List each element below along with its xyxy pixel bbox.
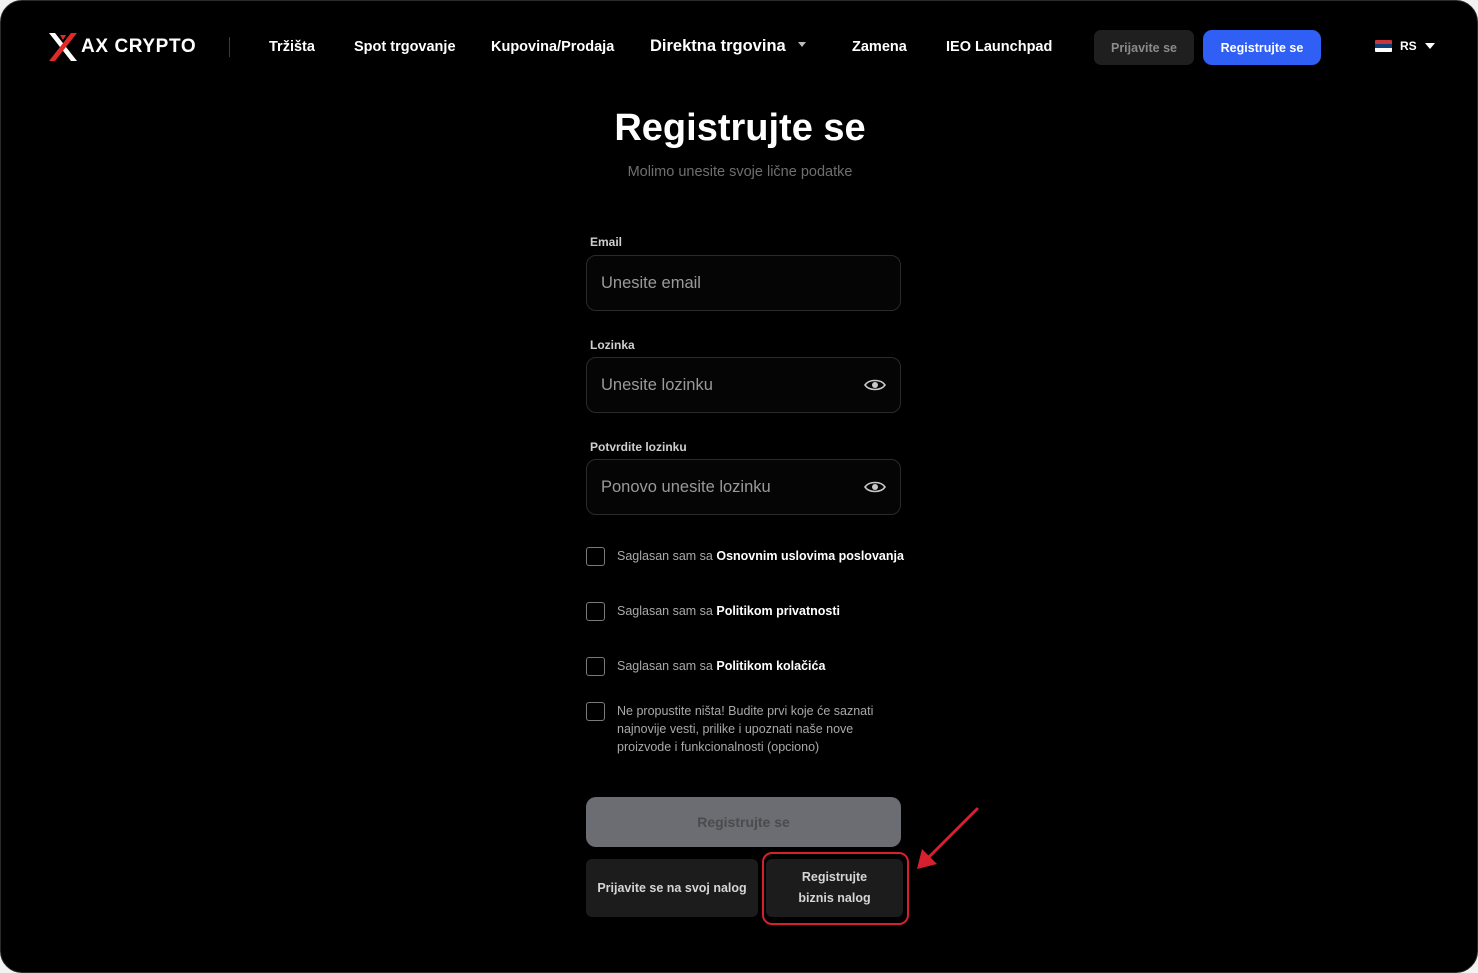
confirm-password-label: Potvrdite lozinku — [590, 440, 687, 454]
ax-logo-icon — [49, 33, 77, 61]
register-submit-button[interactable]: Registrujte se — [586, 797, 901, 847]
terms-link[interactable]: Osnovnim uslovima poslovanja — [716, 549, 904, 563]
password-field-wrapper — [586, 357, 901, 413]
email-field[interactable] — [601, 273, 886, 293]
terms-prefix: Saglasan sam sa — [617, 549, 717, 563]
language-selector[interactable]: RS — [1375, 39, 1435, 53]
terms-text: Saglasan sam sa Osnovnim uslovima poslov… — [617, 547, 904, 565]
email-label: Email — [590, 235, 623, 249]
privacy-text: Saglasan sam sa Politikom privatnosti — [617, 602, 840, 620]
newsletter-text: Ne propustite ništa! Budite prvi koje će… — [617, 704, 874, 754]
header-divider — [229, 37, 230, 57]
page-subtitle: Molimo unesite svoje lične podatke — [627, 164, 853, 180]
cookies-prefix: Saglasan sam sa — [617, 659, 717, 673]
newsletter-checkbox-row: Ne propustite ništa! Budite prvi koje će… — [586, 702, 897, 756]
confirm-password-field[interactable] — [601, 477, 864, 497]
privacy-checkbox-row: Saglasan sam sa Politikom privatnosti — [586, 602, 840, 621]
privacy-checkbox[interactable] — [586, 602, 605, 621]
brand-logo[interactable]: AX CRYPTO — [47, 31, 196, 63]
email-field-wrapper — [586, 255, 901, 311]
annotation-arrow-icon — [917, 807, 979, 869]
annotation-highlight-box — [762, 852, 909, 925]
header-login-button[interactable]: Prijavite se — [1094, 30, 1194, 65]
header-register-button[interactable]: Registrujte se — [1203, 30, 1321, 65]
page-title: Registrujte se — [614, 107, 866, 149]
nav-direct-trading-label: Direktna trgovina — [650, 37, 786, 55]
nav-markets[interactable]: Tržišta — [269, 39, 315, 55]
newsletter-checkbox[interactable] — [586, 702, 605, 721]
signin-account-button[interactable]: Prijavite se na svoj nalog — [586, 859, 758, 917]
confirm-password-field-wrapper — [586, 459, 901, 515]
cookies-checkbox-row: Saglasan sam sa Politikom kolačića — [586, 657, 825, 676]
password-field[interactable] — [601, 375, 864, 395]
language-code: RS — [1400, 39, 1417, 53]
cookies-link[interactable]: Politikom kolačića — [716, 659, 825, 673]
password-label: Lozinka — [590, 338, 635, 352]
nav-buy-sell[interactable]: Kupovina/Prodaja — [491, 39, 614, 55]
chevron-down-icon — [797, 42, 806, 48]
nav-spot-trading[interactable]: Spot trgovanje — [354, 39, 456, 55]
eye-icon[interactable] — [864, 378, 886, 392]
cookies-checkbox[interactable] — [586, 657, 605, 676]
terms-checkbox-row: Saglasan sam sa Osnovnim uslovima poslov… — [586, 547, 904, 566]
brand-name: AX CRYPTO — [81, 36, 197, 57]
app-frame: AX CRYPTO Tržišta Spot trgovanje Kupovin… — [0, 0, 1478, 973]
nav-ieo-launchpad[interactable]: IEO Launchpad — [946, 39, 1052, 55]
cookies-text: Saglasan sam sa Politikom kolačića — [617, 657, 825, 675]
eye-icon[interactable] — [864, 480, 886, 494]
terms-checkbox[interactable] — [586, 547, 605, 566]
nav-direct-trading[interactable]: Direktna trgovina — [650, 37, 806, 56]
chevron-down-icon — [1424, 43, 1435, 49]
serbia-flag-icon — [1375, 40, 1392, 52]
privacy-prefix: Saglasan sam sa — [617, 604, 717, 618]
privacy-link[interactable]: Politikom privatnosti — [716, 604, 840, 618]
nav-exchange[interactable]: Zamena — [852, 39, 907, 55]
